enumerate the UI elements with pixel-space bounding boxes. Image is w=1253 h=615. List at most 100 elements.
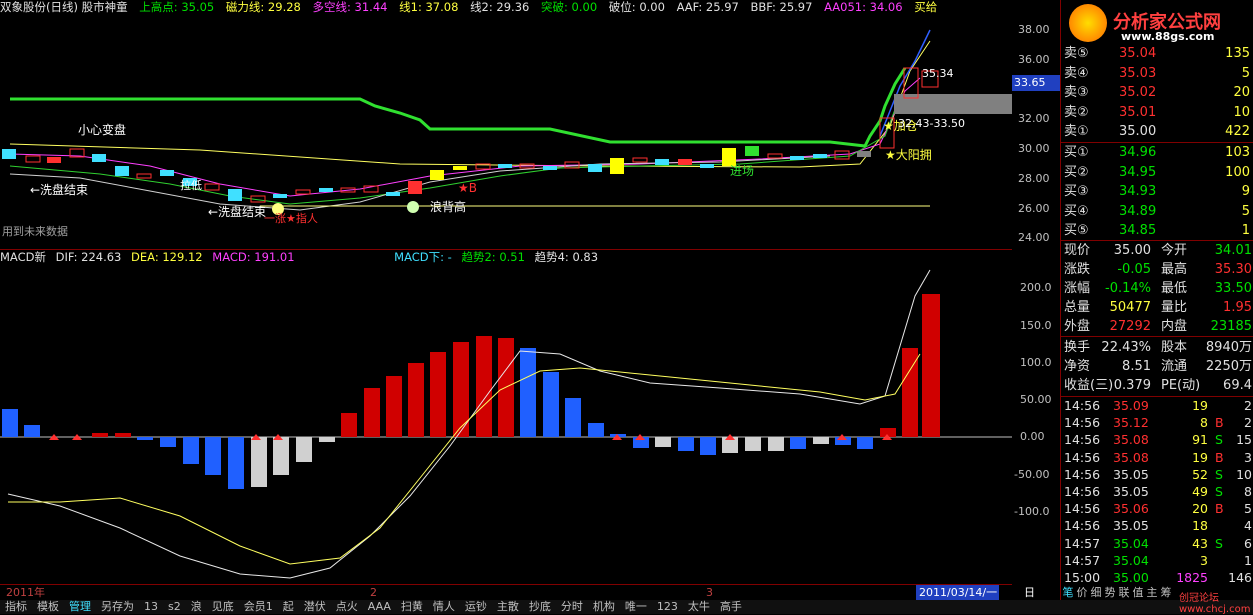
tick-row: 14:56 35.08 91 15 S: [1061, 431, 1253, 449]
sell-price: 35.02: [1119, 85, 1157, 101]
tab-11[interactable]: 点火: [331, 600, 363, 614]
price-scale: 33.65 38.00 36.00 32.00 30.00 28.00 26.0…: [1012, 16, 1060, 250]
tick-time: 15:00: [1064, 570, 1101, 585]
tick-price: 35.08: [1113, 449, 1149, 465]
sell-row: 卖② 35.01 10: [1061, 103, 1253, 122]
sell-volume: 20: [1233, 85, 1250, 101]
annotation-rise-cycle: 一涨★指人: [264, 211, 318, 225]
tick-price: 35.00: [1113, 570, 1149, 585]
breakdown-value: 破位: 0.00: [608, 0, 665, 14]
stat-value: 0.379: [1113, 378, 1151, 393]
tab-1[interactable]: 模板: [32, 600, 64, 614]
tab-9[interactable]: 起: [278, 600, 299, 614]
macd-scale-50: 50.00: [1020, 393, 1052, 406]
stat-value: 27292: [1109, 319, 1151, 334]
tick-row: 14:56 35.05 18 4: [1061, 517, 1253, 535]
buy-row: 买③ 34.93 9: [1061, 182, 1253, 201]
buy-volume: 9: [1241, 184, 1250, 200]
macd-scale-200: 200.0: [1020, 281, 1052, 294]
future-data-warning: 用到未来数据: [2, 224, 68, 238]
tick-volume: 52: [1192, 466, 1208, 482]
stat-value: -0.05: [1117, 262, 1151, 277]
macd-value: MACD: 191.01: [212, 250, 295, 264]
candlestick-chart[interactable]: 小心变盘 ←洗盘结束 ←洗盘结束 拉低 一涨★指人 浪背高 ★B 进场 ★加仓 …: [0, 16, 1012, 250]
tab-5[interactable]: s2: [163, 600, 186, 614]
tab-19[interactable]: 机构: [588, 600, 620, 614]
macd-scale: 200.0 150.0 100.0 50.00 0.00 -50.00 -100…: [1012, 266, 1060, 584]
tab-3[interactable]: 另存为: [96, 600, 139, 614]
current-date: 2011/03/14/一: [916, 585, 999, 600]
price-scale-32: 32.00: [1018, 112, 1050, 125]
tick-row: 14:56 35.08 19 3 B: [1061, 449, 1253, 467]
sell-label: 卖①: [1064, 124, 1089, 140]
tab-17[interactable]: 抄底: [524, 600, 556, 614]
tick-time: 14:56: [1064, 398, 1101, 413]
tab-10[interactable]: 潜伏: [299, 600, 331, 614]
flower-logo-icon: [1069, 4, 1107, 42]
sell-row: 卖④ 35.03 5: [1061, 64, 1253, 83]
tick-time: 14:56: [1064, 518, 1101, 534]
tick-side: S: [1215, 535, 1223, 551]
buy-label: 买⑤: [1064, 223, 1089, 239]
sell-label: 卖④: [1064, 65, 1089, 81]
tab-20[interactable]: 唯一: [620, 600, 652, 614]
stat-label-2: 流通: [1161, 359, 1188, 374]
tick-count: 15: [1236, 432, 1252, 448]
stat-row: 涨跌 -0.05 最高 35.30: [1061, 260, 1253, 279]
tick-row: 14:56 35.06 20 5 B: [1061, 500, 1253, 518]
stat-label-2: PE(动): [1161, 378, 1201, 393]
annotation-star-b: ★B: [458, 181, 477, 195]
tab-4[interactable]: 13: [139, 600, 163, 614]
stat-label: 涨跌: [1064, 262, 1091, 277]
tab-15[interactable]: 运钞: [460, 600, 492, 614]
tick-side: B: [1215, 415, 1224, 431]
annotation-peak: 35.34: [922, 67, 954, 80]
panel-tab-3[interactable]: 势: [1103, 586, 1117, 600]
annotation-enter: 进场: [730, 164, 754, 178]
tab-21[interactable]: 123: [652, 600, 683, 614]
stat-label: 收益(三): [1064, 378, 1114, 393]
tick-volume: 18: [1192, 518, 1208, 534]
macd-scale-150: 150.0: [1020, 319, 1052, 332]
panel-tab-0[interactable]: 笔: [1061, 586, 1075, 600]
tab-16[interactable]: 主散: [492, 600, 524, 614]
buy-signal-label: 买给: [914, 0, 938, 14]
tick-side: B: [1215, 449, 1224, 465]
stat-label: 涨幅: [1064, 281, 1091, 296]
panel-tab-2[interactable]: 细: [1089, 586, 1103, 600]
stat-label-2: 最低: [1161, 281, 1188, 296]
tab-22[interactable]: 太牛: [683, 600, 715, 614]
macd-chart[interactable]: [0, 266, 1012, 584]
macd-trend2: 趋势2: 0.51: [461, 250, 525, 264]
tab-8[interactable]: 会员1: [239, 600, 278, 614]
panel-tab-7[interactable]: 筹: [1159, 586, 1173, 600]
panel-tab-4[interactable]: 联: [1117, 586, 1131, 600]
tab-0[interactable]: 指标: [0, 600, 32, 614]
stat-row: 涨幅 -0.14% 最低 33.50: [1061, 279, 1253, 298]
tab-2[interactable]: 管理: [64, 600, 96, 614]
tab-23[interactable]: 高手: [715, 600, 747, 614]
sell-row: 卖⑤ 35.04 135: [1061, 44, 1253, 63]
annotation-range: 32.43-33.50: [898, 117, 965, 130]
panel-tab-1[interactable]: 价: [1075, 586, 1089, 600]
stat-value-2: 69.4: [1223, 378, 1252, 393]
buy-volume: 103: [1225, 145, 1250, 160]
tab-7[interactable]: 见底: [207, 600, 239, 614]
tick-volume: 1825: [1176, 570, 1208, 585]
panel-tab-6[interactable]: 主: [1145, 586, 1159, 600]
macd-scale-0: 0.00: [1020, 430, 1045, 443]
logo-url: www.88gs.com: [1121, 30, 1215, 43]
buy-volume: 5: [1241, 203, 1250, 219]
tab-14[interactable]: 情人: [428, 600, 460, 614]
tab-13[interactable]: 扫黄: [396, 600, 428, 614]
tick-side: S: [1215, 484, 1223, 499]
stat-value-2: 8940万: [1205, 340, 1252, 355]
tick-time: 14:56: [1064, 484, 1101, 499]
tick-volume: 43: [1192, 535, 1208, 551]
tab-12[interactable]: AAA: [363, 600, 396, 614]
annotation-big-yang: ★大阳拥: [885, 148, 932, 162]
tab-18[interactable]: 分时: [556, 600, 588, 614]
macd-down: MACD下: -: [394, 250, 452, 264]
tab-6[interactable]: 浪: [186, 600, 207, 614]
panel-tab-5[interactable]: 值: [1131, 586, 1145, 600]
